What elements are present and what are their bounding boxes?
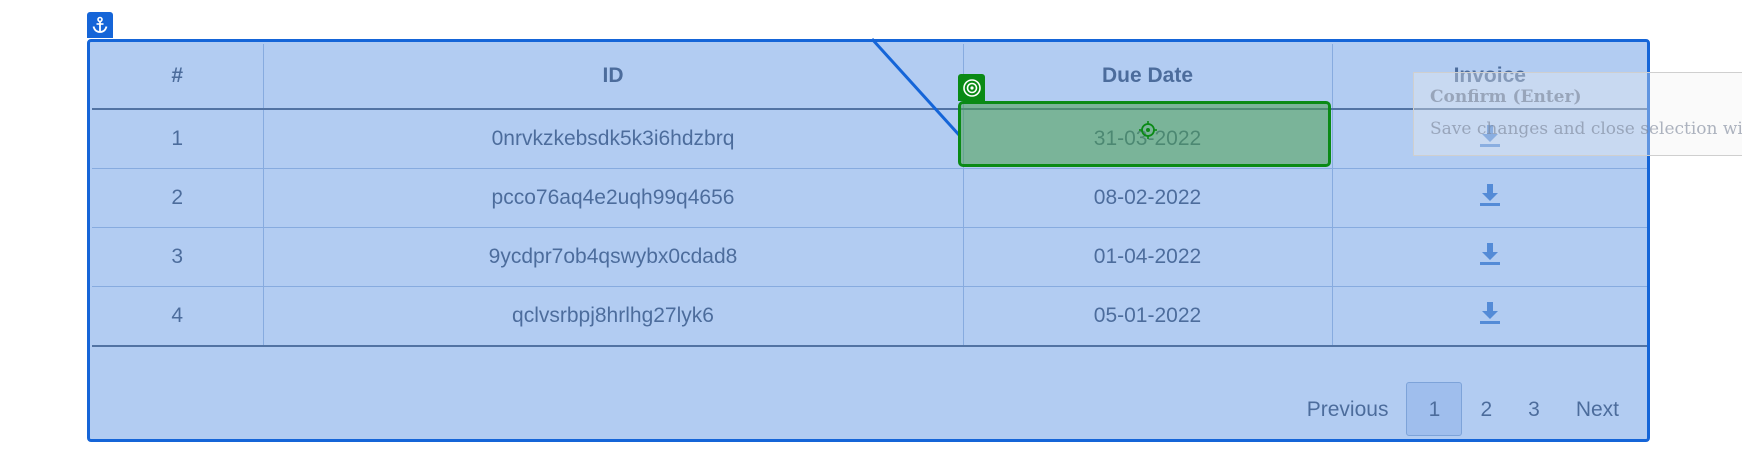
pagination: Previous 1 2 3 Next	[1289, 381, 1637, 437]
invoice-cell	[1331, 286, 1647, 347]
row-number: 1	[92, 109, 263, 169]
row-number: 3	[92, 227, 263, 287]
column-header-id: ID	[262, 44, 963, 110]
page-1-button[interactable]: 1	[1406, 382, 1463, 436]
download-icon[interactable]	[1479, 183, 1501, 213]
row-id: 9ycdpr7ob4qswybx0cdad8	[262, 227, 963, 287]
download-icon[interactable]	[1479, 242, 1501, 272]
tooltip-title: Confirm (Enter)	[1430, 87, 1582, 107]
crosshair-icon	[1139, 121, 1157, 139]
table-row: 2 pcco76aq4e2uqh99q4656 08-02-2022	[92, 168, 1647, 228]
page-2-button[interactable]: 2	[1462, 382, 1510, 436]
column-header-number: #	[92, 44, 263, 110]
table-row: 3 9ycdpr7ob4qswybx0cdad8 01-04-2022	[92, 227, 1647, 287]
table-row: 4 qclvsrbpj8hrlhg27lyk6 05-01-2022	[92, 286, 1647, 347]
column-header-due-date: Due Date	[962, 44, 1332, 110]
tooltip-description: Save changes and close selection wizard	[1430, 119, 1742, 139]
target-icon[interactable]	[958, 74, 985, 101]
page-3-button[interactable]: 3	[1510, 382, 1558, 436]
row-number: 4	[92, 286, 263, 347]
invoice-cell	[1331, 168, 1647, 228]
anchor-icon[interactable]	[87, 12, 113, 38]
row-due-date[interactable]: 01-04-2022	[962, 227, 1332, 287]
row-id: pcco76aq4e2uqh99q4656	[262, 168, 963, 228]
previous-button[interactable]: Previous	[1289, 382, 1407, 436]
row-id: qclvsrbpj8hrlhg27lyk6	[262, 286, 963, 347]
invoice-cell	[1331, 227, 1647, 287]
row-id: 0nrvkzkebsdk5k3i6hdzbrq	[262, 109, 963, 169]
confirm-tooltip: Confirm (Enter) Save changes and close s…	[1413, 72, 1742, 156]
download-icon[interactable]	[1479, 301, 1501, 331]
row-number: 2	[92, 168, 263, 228]
row-due-date[interactable]: 08-02-2022	[962, 168, 1332, 228]
target-cell-highlight[interactable]	[958, 101, 1331, 167]
row-due-date[interactable]: 05-01-2022	[962, 286, 1332, 347]
next-button[interactable]: Next	[1558, 382, 1637, 436]
